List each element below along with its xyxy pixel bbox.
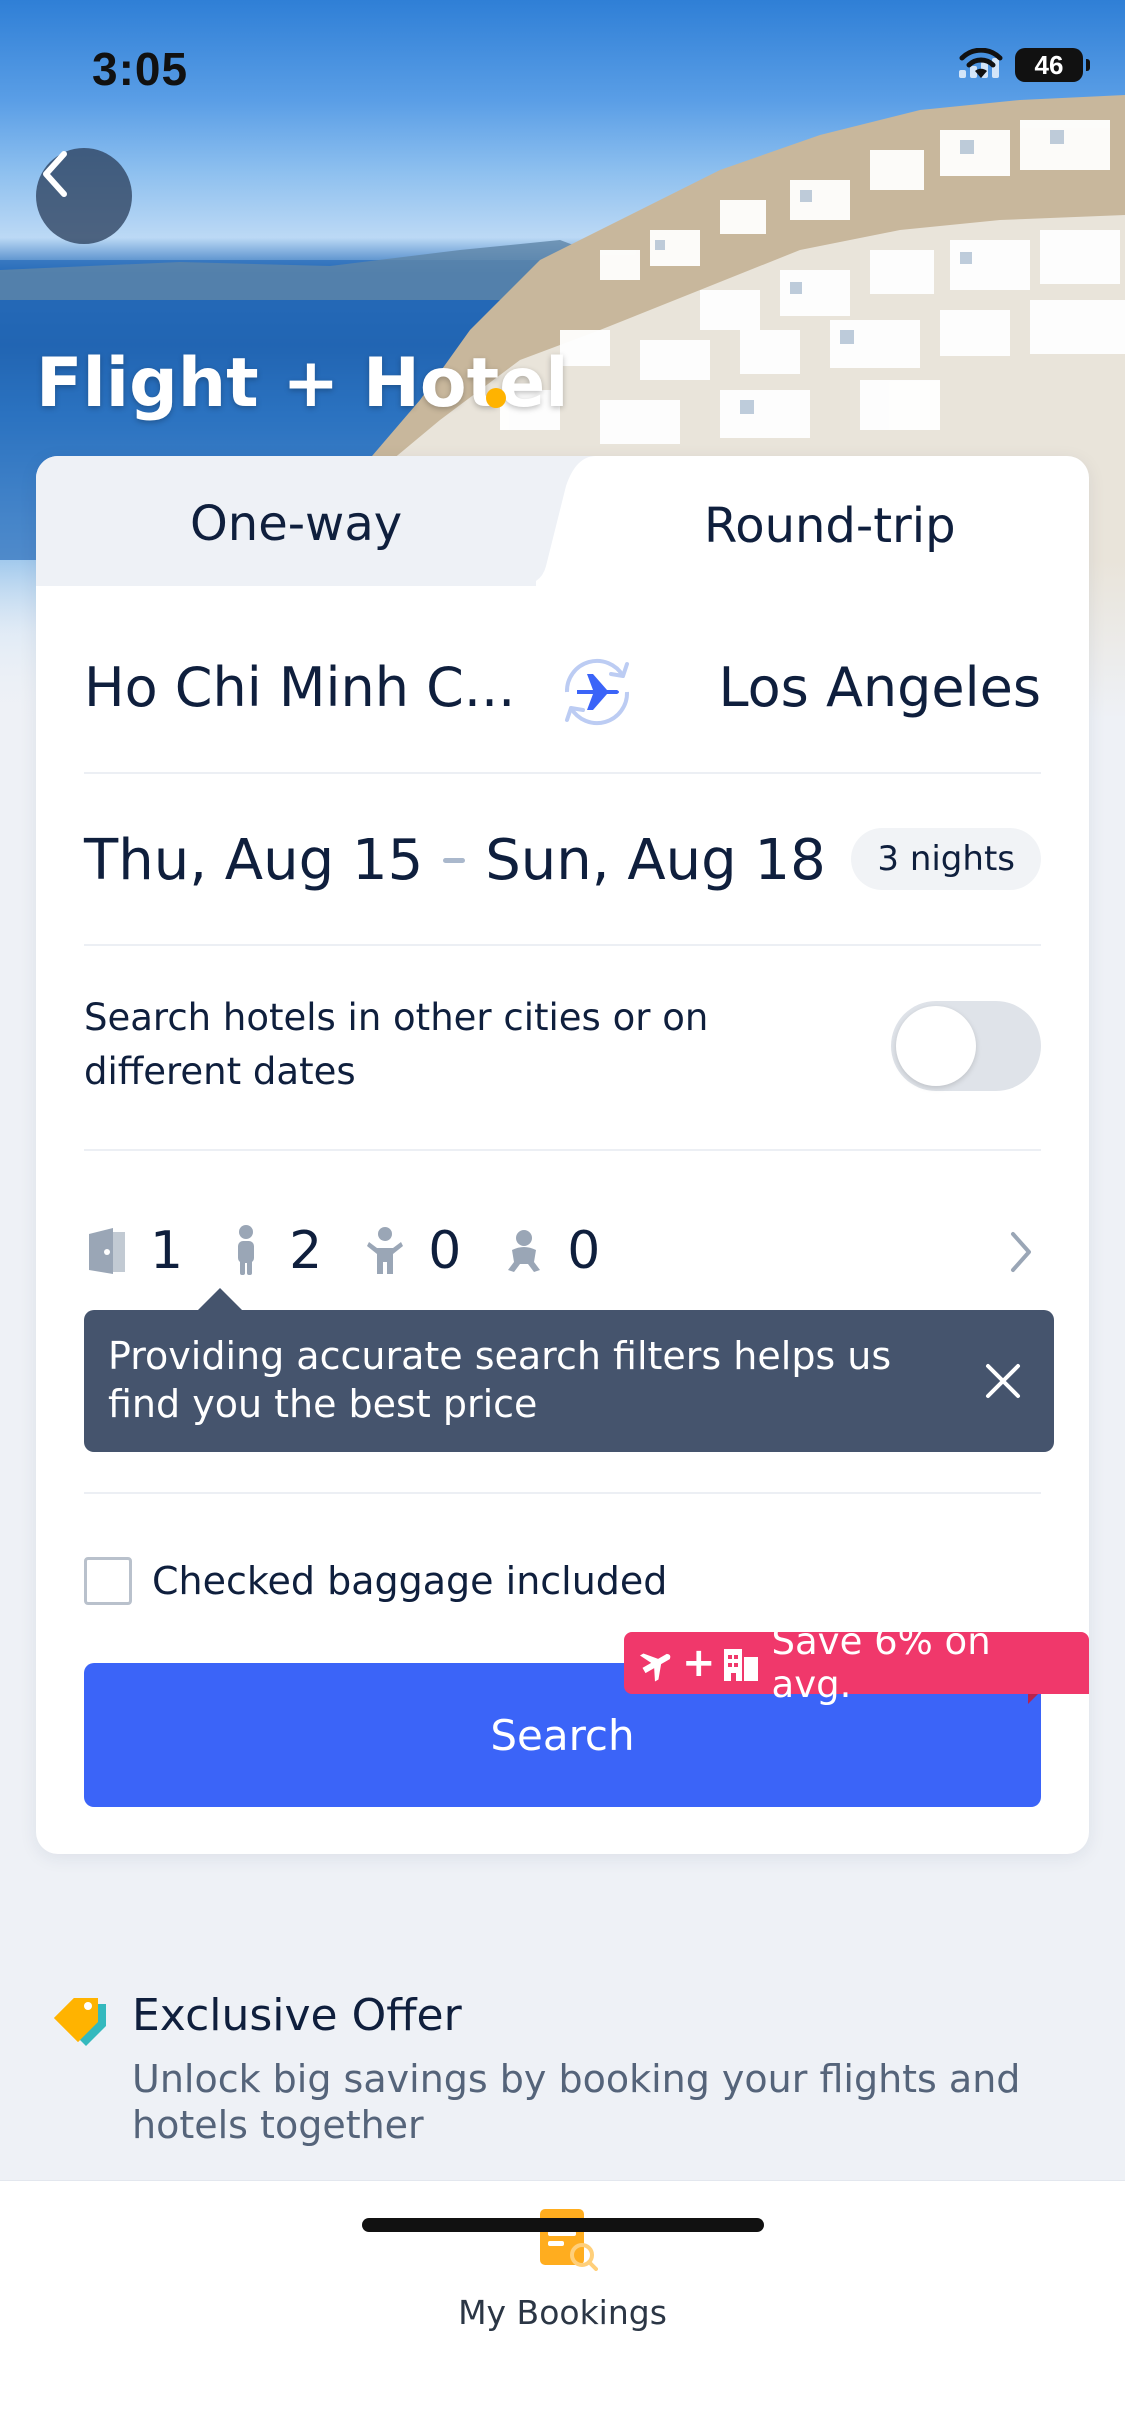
trip-type-tabs: One-way Round-trip [36,456,1089,586]
tag-icon [54,1998,106,2046]
plane-icon [638,1644,676,1682]
guests-selector[interactable]: 1 2 0 0 [84,1206,1041,1296]
other-cities-option: Search hotels in other cities or on diff… [84,991,1041,1111]
divider [84,772,1041,774]
rooms-count: 1 [84,1221,183,1281]
divider [84,944,1041,946]
tooltip-text: Providing accurate search filters helps … [108,1334,892,1426]
search-tip-tooltip: Providing accurate search filters helps … [84,1288,1054,1452]
battery-icon: 46 [1015,48,1090,82]
infants-count: 0 [501,1221,600,1281]
baggage-label: Checked baggage included [152,1559,668,1603]
adults-value: 2 [289,1221,323,1281]
status-time: 3:05 [92,43,189,95]
infants-value: 0 [567,1221,601,1281]
date-separator [443,858,466,863]
tab-curve [536,456,626,586]
swap-cities-button[interactable] [551,646,643,738]
children-count: 0 [362,1221,461,1281]
infant-icon [501,1223,547,1279]
badge-fold [1028,1694,1038,1704]
origin-city[interactable]: Ho Chi Minh C... [84,656,515,719]
title-dot-decoration [486,388,506,408]
status-icons: 46 [959,48,1090,82]
divider [84,1492,1041,1494]
nights-badge: 3 nights [851,828,1041,890]
tooltip-arrow [198,1288,242,1310]
date-selector[interactable]: Thu, Aug 15 Sun, Aug 18 3 nights [84,816,1041,906]
search-card: One-way Round-trip Ho Chi Minh C... Los … [36,456,1089,1854]
savings-badge: + Save 6% on avg. [624,1620,1089,1706]
tab-round-trip-label[interactable]: Round-trip [704,498,956,554]
baggage-option[interactable]: Checked baggage included [84,1551,667,1611]
bookings-icon[interactable] [536,2207,598,2271]
date-range[interactable]: Thu, Aug 15 Sun, Aug 18 [84,828,826,893]
chevron-right-icon [1011,1232,1031,1272]
other-cities-toggle[interactable] [891,1001,1041,1091]
adults-count: 2 [223,1221,322,1281]
depart-date: Thu, Aug 15 [84,828,424,893]
route-selector: Ho Chi Minh C... Los Angeles [84,646,1041,746]
offer-title: Exclusive Offer [132,1990,462,2041]
child-icon [362,1223,408,1279]
other-cities-label: Search hotels in other cities or on diff… [84,996,709,1093]
toggle-knob [896,1006,976,1086]
return-date: Sun, Aug 18 [485,828,826,893]
wifi-icon [959,48,1003,78]
swap-plane-icon [564,658,630,726]
back-button[interactable] [36,148,132,244]
divider [84,1149,1041,1151]
chevron-left-icon [43,151,67,197]
hotel-icon [722,1643,760,1683]
plus-sign: + [682,1640,716,1686]
baggage-checkbox[interactable] [84,1557,132,1605]
tab-one-way-label[interactable]: One-way [190,496,402,552]
close-icon[interactable] [980,1358,1026,1404]
destination-city[interactable]: Los Angeles [719,656,1042,719]
children-value: 0 [428,1221,462,1281]
home-indicator [362,2218,764,2232]
rooms-value: 1 [150,1221,184,1281]
room-door-icon [84,1223,130,1279]
my-bookings-label[interactable]: My Bookings [0,2293,1125,2332]
adult-icon [223,1223,269,1279]
page-title: Flight + Hotel [36,344,569,423]
offer-description: Unlock big savings by booking your fligh… [132,2057,1021,2147]
